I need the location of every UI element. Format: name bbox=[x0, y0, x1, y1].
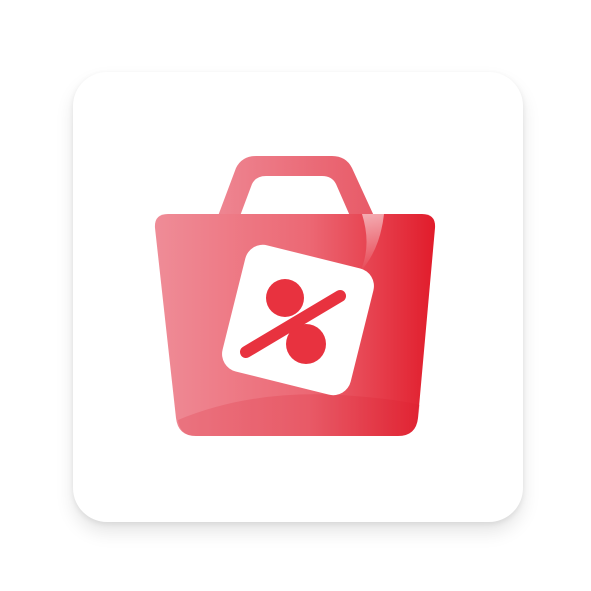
shopping-bag-discount-icon bbox=[154, 156, 436, 436]
app-icon-canvas bbox=[0, 0, 591, 591]
bag-handle bbox=[218, 156, 374, 216]
